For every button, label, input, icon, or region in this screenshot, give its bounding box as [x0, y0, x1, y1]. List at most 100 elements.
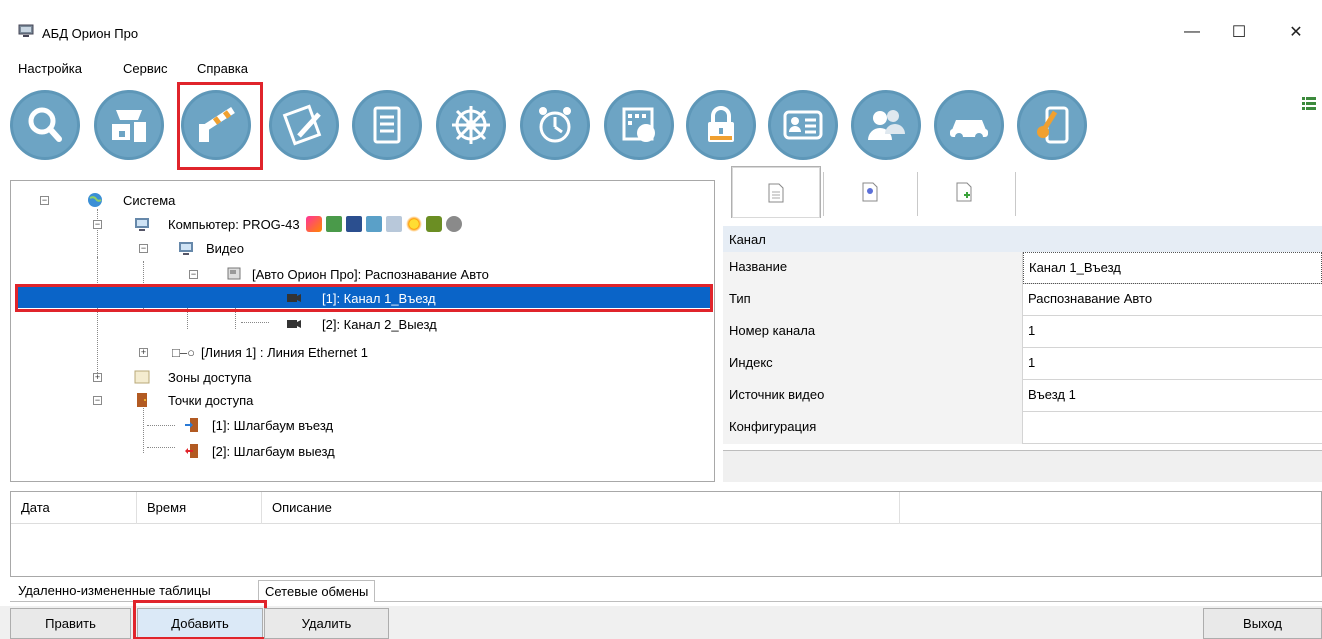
tree-item-label: Компьютер: PROG-43: [168, 216, 300, 232]
property-name: Индекс: [723, 348, 1023, 380]
page-icon: [768, 183, 784, 202]
menu-help[interactable]: Справка: [197, 61, 248, 76]
tree-item-access-zones[interactable]: + Зоны доступа: [93, 366, 251, 388]
property-name: Конфигурация: [723, 412, 1023, 444]
document-icon: [373, 106, 401, 144]
car-icon: [950, 120, 988, 141]
tab-remote-changed-tables[interactable]: Удаленно-измененные таблицы: [12, 580, 217, 602]
tree-item-barrier-exit[interactable]: [2]: Шлагбаум выезд: [184, 440, 335, 462]
event-log: Дата Время Описание: [10, 491, 1322, 577]
collapse-toggle[interactable]: −: [189, 269, 198, 279]
maximize-button[interactable]: ☐: [1219, 18, 1259, 46]
property-row[interactable]: Конфигурация: [723, 412, 1322, 444]
property-value[interactable]: 1: [1023, 348, 1322, 380]
app-icon: [18, 24, 34, 37]
tree-item-label: Видео: [206, 240, 244, 256]
tree-item-channel-2[interactable]: [2]: Канал 2_Выезд: [286, 313, 437, 335]
close-button[interactable]: ✕: [1276, 18, 1316, 46]
toolbar-document-button[interactable]: [352, 90, 422, 160]
property-value[interactable]: Въезд 1: [1023, 380, 1322, 412]
toolbar-edit-button[interactable]: [269, 90, 339, 160]
tab-details[interactable]: [825, 166, 915, 218]
collapse-toggle[interactable]: −: [93, 219, 102, 229]
tree-item-barrier-entry[interactable]: [1]: Шлагбаум въезд: [184, 414, 333, 436]
property-value[interactable]: Распознавание Авто: [1023, 284, 1322, 316]
tree-item-auto-recognition[interactable]: − [Авто Орион Про]: Распознавание Авто: [189, 263, 489, 285]
window-title: АБД Орион Про: [42, 26, 139, 41]
property-row[interactable]: Тип Распознавание Авто: [723, 284, 1322, 316]
properties-table: Название Канал 1_Въезд Тип Распознавание…: [723, 252, 1322, 444]
toolbar-search-button[interactable]: [10, 90, 80, 160]
computer-status-icons: [305, 216, 462, 232]
property-value[interactable]: [1023, 412, 1322, 444]
tab-properties[interactable]: [731, 166, 821, 218]
tree-item-label: [Авто Орион Про]: Распознавание Авто: [252, 266, 489, 282]
list-view-icon[interactable]: [1302, 96, 1316, 110]
toolbar-users-button[interactable]: [851, 90, 921, 160]
toolbar-car-button[interactable]: [934, 90, 1004, 160]
tree-item-ethernet-line[interactable]: + □–○ [Линия 1] : Линия Ethernet 1: [139, 341, 368, 363]
collapse-toggle[interactable]: −: [40, 195, 49, 205]
channel-highlight-box: [15, 284, 713, 312]
log-column-description[interactable]: Описание: [262, 492, 900, 524]
tab-add[interactable]: [919, 166, 1009, 218]
toolbar-key-button[interactable]: [1017, 90, 1087, 160]
property-value[interactable]: 1: [1023, 316, 1322, 348]
property-value[interactable]: Канал 1_Въезд: [1023, 252, 1322, 284]
tree-item-computer[interactable]: − Компьютер: PROG-43: [93, 213, 462, 235]
minimize-button[interactable]: —: [1172, 18, 1212, 46]
page-info-icon: [862, 182, 878, 202]
menu-bar: Настройка Сервис Справка: [0, 58, 1322, 80]
tree-item-video[interactable]: − Видео: [139, 237, 244, 259]
recognition-module-icon: [227, 267, 241, 280]
tree-item-access-points[interactable]: − Точки доступа: [93, 389, 253, 411]
property-name: Источник видео: [723, 380, 1023, 412]
employee-card-icon: [783, 110, 823, 140]
helm-icon: [452, 106, 490, 144]
property-name: Название: [723, 252, 1023, 284]
property-row[interactable]: Название Канал 1_Въезд: [723, 252, 1322, 284]
properties-footer: [723, 450, 1322, 482]
edit-icon: [282, 104, 322, 146]
expand-toggle[interactable]: +: [93, 372, 102, 382]
door-icon: [137, 393, 147, 407]
log-column-time[interactable]: Время: [137, 492, 262, 524]
collapse-toggle[interactable]: −: [93, 395, 102, 405]
toolbar-schedule-button[interactable]: [604, 90, 674, 160]
tree-item-label: [2]: Канал 2_Выезд: [322, 316, 437, 332]
tree-item-system[interactable]: − Система: [40, 189, 175, 211]
property-name: Тип: [723, 284, 1023, 316]
menu-service[interactable]: Сервис: [123, 61, 168, 76]
menu-settings[interactable]: Настройка: [18, 61, 82, 76]
line-icon: □–○: [172, 344, 195, 360]
tree-item-label: Система: [123, 192, 176, 208]
delete-button[interactable]: Удалить: [264, 608, 389, 639]
collapse-toggle[interactable]: −: [139, 243, 148, 253]
devices-icon: [112, 110, 146, 142]
search-icon: [28, 107, 62, 142]
tree-item-label: Точки доступа: [168, 392, 254, 408]
toolbar-helm-button[interactable]: [436, 90, 506, 160]
property-row[interactable]: Источник видео Въезд 1: [723, 380, 1322, 412]
toolbar-devices-button[interactable]: [94, 90, 164, 160]
sun-icon: [405, 216, 422, 232]
key-icon: [1037, 106, 1069, 144]
tree-item-label: [1]: Шлагбаум въезд: [212, 417, 334, 433]
add-highlight-box: [133, 600, 267, 639]
toolbar-alarm-button[interactable]: [520, 90, 590, 160]
toolbar-lock-button[interactable]: [686, 90, 756, 160]
flame-icon: [305, 216, 322, 232]
monitor-icon: [345, 216, 362, 232]
globe-icon: [88, 193, 102, 207]
property-row[interactable]: Номер канала 1: [723, 316, 1322, 348]
toolbar-employee-button[interactable]: [768, 90, 838, 160]
exit-button[interactable]: Выход: [1203, 608, 1322, 639]
property-row[interactable]: Индекс 1: [723, 348, 1322, 380]
log-column-date[interactable]: Дата: [11, 492, 137, 524]
action-bar: Править Добавить Удалить Выход: [0, 600, 1322, 639]
properties-tabs: [723, 166, 1322, 224]
expand-toggle[interactable]: +: [139, 347, 148, 357]
edit-button[interactable]: Править: [10, 608, 131, 639]
door-exit-icon: [185, 444, 198, 458]
tab-network-exchanges[interactable]: Сетевые обмены: [258, 580, 376, 602]
